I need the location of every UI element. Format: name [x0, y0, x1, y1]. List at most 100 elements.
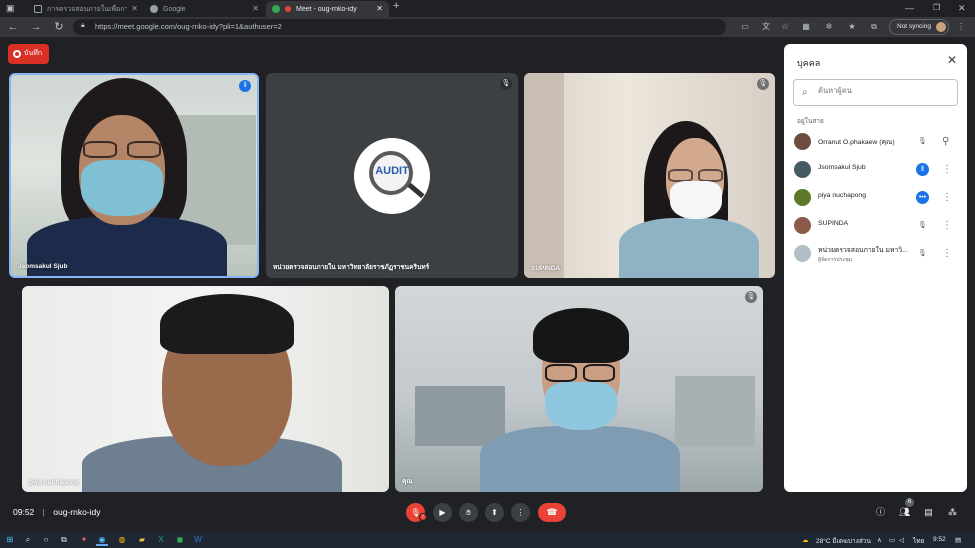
recording-button[interactable]: บันทึก — [8, 44, 49, 64]
cortana-icon[interactable]: ○ — [40, 534, 52, 546]
participant-row[interactable]: piya nuchapong ••• ⋮ — [784, 184, 967, 212]
recording-dot-icon — [285, 6, 291, 12]
alert-badge-icon: ! — [419, 513, 427, 521]
lock-icon: 🔒︎ — [81, 22, 85, 29]
windows-start-icon[interactable]: ⊞ — [4, 534, 16, 546]
back-icon[interactable]: ← — [6, 20, 20, 34]
address-bar[interactable]: 🔒︎ https://meet.google.com/oug-rnko-idy?… — [73, 19, 726, 35]
more-options-button[interactable]: ⋮ — [511, 503, 530, 522]
reload-icon[interactable]: ↻ — [52, 20, 66, 34]
profile-avatar — [936, 22, 946, 32]
avatar — [794, 245, 811, 262]
people-search[interactable]: ⌕ — [793, 79, 958, 106]
restore-icon[interactable]: ❐ — [933, 2, 940, 14]
video-tile-supinda[interactable]: 🎙︎ SUPINDA — [524, 73, 775, 278]
speaking-indicator-icon: ⦀ — [916, 163, 929, 176]
present-screen-button[interactable]: ⬆ — [485, 503, 504, 522]
tray-chevron-icon[interactable]: ∧ — [877, 536, 882, 544]
avatar — [794, 161, 811, 178]
new-tab-button[interactable]: + — [393, 0, 399, 12]
minimize-icon[interactable]: — — [905, 2, 914, 14]
pin-icon[interactable]: ⚲ — [942, 135, 949, 148]
video-tile-jsomsakul[interactable]: ⦀ Jsomsakul Sjub — [9, 73, 259, 278]
close-tab-icon[interactable]: ✕ — [376, 4, 383, 14]
chat-icon[interactable]: ▤ — [922, 506, 935, 519]
mic-off-icon: 🎙︎ — [918, 250, 927, 257]
extension-icon[interactable]: ▦ — [800, 21, 812, 33]
url-text: https://meet.google.com/oug-rnko-idy?pli… — [95, 22, 282, 31]
avatar — [794, 189, 811, 206]
tab-groups-icon[interactable]: ⧉ — [868, 21, 880, 33]
more-options-icon[interactable]: ⋮ — [942, 191, 952, 204]
avatar — [794, 217, 811, 234]
edge-icon[interactable]: ◉ — [96, 534, 108, 546]
google-icon — [150, 5, 158, 13]
tab-google[interactable]: Google ✕ — [144, 1, 265, 17]
participant-row[interactable]: SUPINDA 🎙︎ ⋮ — [784, 212, 967, 240]
participant-row[interactable]: Jsomsakul Sjub ⦀ ⋮ — [784, 156, 967, 184]
close-tab-icon[interactable]: ✕ — [252, 4, 259, 14]
people-icon[interactable]: 👥︎ — [898, 506, 911, 519]
panel-title: บุคคล — [797, 58, 821, 68]
more-options-icon[interactable]: ⋮ — [942, 163, 952, 176]
background-desk — [415, 386, 505, 446]
meeting-code: oug-rnko-idy — [53, 507, 101, 517]
camera-indicator-icon[interactable]: ▭ — [739, 21, 751, 33]
extensions-puzzle-icon[interactable]: ✲ — [823, 21, 835, 33]
browser-toolbar: ← → ↻ 🔒︎ https://meet.google.com/oug-rnk… — [0, 17, 975, 37]
tab-meet[interactable]: Meet - oug-rnko-idy ✕ — [266, 1, 389, 17]
bookmark-star-icon[interactable]: ☆ — [779, 21, 791, 33]
reading-list-icon[interactable]: ★ — [846, 21, 858, 33]
task-view-icon[interactable]: ⧉ — [58, 534, 70, 546]
chrome-icon — [272, 5, 280, 13]
app-icon[interactable]: ✦ — [78, 534, 90, 546]
mic-off-icon: 🎙︎ — [918, 138, 927, 145]
video-tile-piya[interactable]: piya nuchapong — [22, 286, 389, 492]
tab-audit-page[interactable]: การตรวจสอบภายในเพื่อการพัฒนา ✕ — [28, 1, 144, 17]
leave-call-button[interactable]: ☎ — [538, 503, 566, 522]
meeting-details-icon[interactable]: ⓘ — [874, 506, 887, 519]
video-tile-self[interactable]: 🎙︎ คุณ — [395, 286, 763, 492]
search-people-input[interactable] — [818, 86, 948, 95]
close-panel-icon[interactable]: ✕ — [947, 53, 957, 67]
translate-icon[interactable]: 文 — [760, 21, 772, 33]
raise-hand-button[interactable]: ✋︎ — [459, 503, 478, 522]
background-wall — [524, 73, 564, 278]
activities-icon[interactable]: ⁂ — [946, 506, 959, 519]
excel-icon[interactable]: X — [155, 534, 167, 546]
audit-avatar: AUDIT — [354, 138, 430, 214]
speaking-indicator-icon: ⦀ — [239, 80, 251, 92]
search-icon: ⌕ — [802, 87, 808, 98]
volume-icon[interactable]: ◁ — [899, 536, 904, 544]
file-explorer-icon[interactable]: ▰ — [136, 534, 148, 546]
video-tile-audit-unit[interactable]: AUDIT 🎙︎ หน่วยตรวจสอบภายใน มหาวิทยาลัยรา… — [266, 73, 518, 278]
notifications-icon[interactable]: ▤ — [955, 536, 961, 544]
network-icon[interactable]: ▭ — [889, 536, 895, 544]
tab-search-icon[interactable]: ▣ — [6, 2, 15, 14]
forward-icon[interactable]: → — [29, 20, 43, 34]
participants-panel: บุคคล ✕ ⌕ อยู่ในสาย Orranut O.phakaew (ค… — [784, 44, 967, 492]
browser-tab-strip: ▣ การตรวจสอบภายในเพื่อการพัฒนา ✕ Google … — [0, 0, 975, 17]
profile-sync-button[interactable]: Not syncing — [889, 19, 949, 35]
chrome-icon[interactable]: ◍ — [116, 534, 128, 546]
input-language[interactable]: ไทย — [913, 536, 924, 546]
line-icon[interactable]: ◼ — [174, 534, 186, 546]
background-cabinet — [675, 376, 755, 446]
menu-kebab-icon[interactable]: ⋮ — [955, 21, 967, 33]
close-tab-icon[interactable]: ✕ — [131, 4, 138, 14]
word-icon[interactable]: W — [192, 534, 204, 546]
meeting-info: 09:52 | oug-rnko-idy — [13, 507, 101, 517]
close-window-icon[interactable]: ✕ — [958, 2, 966, 14]
search-icon[interactable]: ⌕ — [22, 534, 34, 546]
more-options-icon[interactable]: ⋮ — [942, 219, 952, 232]
participant-row[interactable]: Orranut O.phakaew (คุณ) 🎙︎ ⚲ — [784, 128, 967, 156]
mic-off-icon: 🎙︎ — [757, 78, 769, 90]
participant-row[interactable]: หน่วยตรวจสอบภายใน มหาวิ... ผู้จัดการประช… — [784, 240, 967, 268]
weather-text[interactable]: 28°C มีเดฆบางส่วน — [816, 536, 871, 546]
meeting-time: 09:52 — [13, 507, 35, 517]
camera-toggle-button[interactable]: ▶ — [433, 503, 452, 522]
mic-off-icon: 🎙︎ — [500, 78, 512, 90]
clock[interactable]: 9:52 — [933, 536, 946, 543]
in-call-section-label: อยู่ในสาย — [797, 118, 824, 125]
more-options-icon[interactable]: ⋮ — [942, 247, 952, 260]
